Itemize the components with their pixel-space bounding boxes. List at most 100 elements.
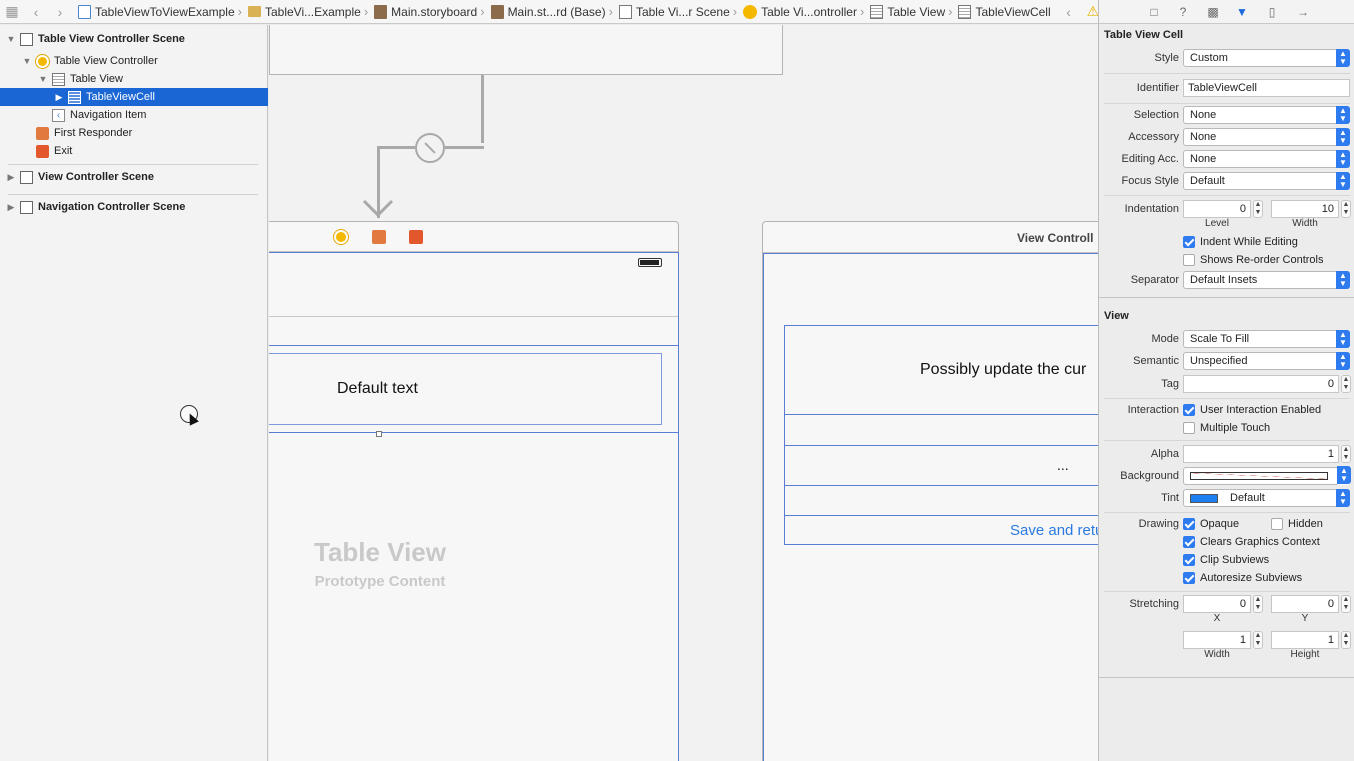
- outline-item-exit[interactable]: Exit: [0, 142, 268, 160]
- navigation-bar[interactable]: [269, 253, 678, 317]
- autoresize-subviews-checkbox[interactable]: Autoresize Subviews: [1183, 572, 1302, 584]
- storyboard-canvas[interactable]: Default text Table View Prototype Conten…: [269, 25, 1098, 761]
- breadcrumb-cell[interactable]: TableViewCell: [952, 0, 1051, 23]
- outline-item-table-view-controller[interactable]: ▼ Table View Controller: [0, 52, 268, 70]
- cell-label[interactable]: Default text: [337, 380, 418, 398]
- breadcrumb-controller[interactable]: Table Vi...ontroller ›: [737, 0, 864, 23]
- outline-item-navigation-controller-scene[interactable]: ▶ Navigation Controller Scene: [0, 198, 268, 216]
- text-field[interactable]: ...: [1057, 457, 1069, 473]
- semantic-popup[interactable]: Unspecified ▲ ▼: [1183, 352, 1350, 370]
- stretch-x-stepper[interactable]: ▲ ▼: [1253, 595, 1263, 613]
- alpha-stepper[interactable]: ▲ ▼: [1341, 445, 1351, 463]
- outline-item-first-responder[interactable]: First Responder: [0, 124, 268, 142]
- disclosure-closed-icon[interactable]: ▶: [6, 202, 16, 213]
- exit-icon: [36, 144, 49, 158]
- cell-content-view[interactable]: Default text: [269, 353, 662, 425]
- indentation-width-stepper[interactable]: ▲ ▼: [1341, 200, 1351, 218]
- breadcrumb-folder[interactable]: TableVi...Example ›: [242, 0, 368, 23]
- stack-view[interactable]: Possibly update the cur ... Save and ret…: [784, 325, 1098, 545]
- identifier-label: Identifier: [1136, 82, 1179, 94]
- outline-item-navigation-item[interactable]: ‹ Navigation Item: [0, 106, 268, 124]
- hidden-checkbox[interactable]: Hidden: [1271, 518, 1323, 530]
- disclosure-open-icon[interactable]: ▼: [22, 56, 32, 66]
- attributes-inspector-icon[interactable]: ▼: [1234, 4, 1250, 20]
- prototype-cell[interactable]: Default text: [269, 345, 678, 433]
- outline-item-view-controller-scene[interactable]: ▶ View Controller Scene: [0, 168, 268, 186]
- stretch-x-field[interactable]: 0: [1183, 595, 1251, 613]
- table-view-controller-scene[interactable]: Default text Table View Prototype Conten…: [269, 221, 679, 761]
- user-interaction-checkbox[interactable]: User Interaction Enabled: [1183, 404, 1321, 416]
- selection-label: Selection: [1133, 109, 1179, 121]
- breadcrumb-table-view[interactable]: Table View ›: [864, 0, 952, 23]
- disclosure-open-icon[interactable]: ▼: [38, 74, 48, 84]
- warning-icon[interactable]: ⚠: [1087, 3, 1098, 20]
- outline-item-table-view-cell[interactable]: ▶ TableViewCell: [0, 88, 268, 106]
- style-popup[interactable]: Custom ▲ ▼: [1183, 49, 1350, 67]
- focus-style-popup[interactable]: Default ▲ ▼: [1183, 172, 1350, 190]
- help-icon[interactable]: ?: [1175, 4, 1191, 20]
- outline-divider: [8, 164, 258, 165]
- breadcrumb-storyboard-base[interactable]: Main.st...rd (Base) ›: [485, 0, 613, 23]
- indent-while-editing-checkbox[interactable]: Indent While Editing: [1183, 236, 1298, 248]
- view-controller-scene[interactable]: View Controll Possibly update the cur ..…: [762, 221, 1098, 761]
- mode-popup[interactable]: Scale To Fill ▲ ▼: [1183, 330, 1350, 348]
- stretch-height-field[interactable]: 1: [1271, 631, 1339, 649]
- indentation-level-stepper[interactable]: ▲ ▼: [1253, 200, 1263, 218]
- tag-stepper[interactable]: ▲ ▼: [1341, 375, 1351, 393]
- shows-reorder-checkbox[interactable]: Shows Re-order Controls: [1183, 254, 1324, 266]
- back-arrow-icon[interactable]: ‹: [24, 0, 48, 23]
- size-inspector-icon[interactable]: ▯: [1264, 4, 1280, 20]
- stretch-width-stepper[interactable]: ▲ ▼: [1253, 631, 1263, 649]
- accessory-popup[interactable]: None ▲ ▼: [1183, 128, 1350, 146]
- disclosure-closed-icon[interactable]: ▶: [54, 92, 64, 103]
- checkbox-checked-icon: [1183, 236, 1195, 248]
- identity-inspector-icon[interactable]: ▩: [1205, 4, 1221, 20]
- table-view[interactable]: Default text Table View Prototype Conten…: [269, 252, 679, 761]
- clip-subviews-checkbox[interactable]: Clip Subviews: [1183, 554, 1269, 566]
- indentation-width-field[interactable]: 10: [1271, 200, 1339, 218]
- placeholder-subtitle: Prototype Content: [314, 573, 446, 590]
- tag-field[interactable]: 0: [1183, 375, 1339, 393]
- resize-handle[interactable]: [376, 431, 382, 437]
- stretch-height-stepper[interactable]: ▲ ▼: [1341, 631, 1351, 649]
- update-label[interactable]: Possibly update the cur: [920, 361, 1086, 379]
- outline-item-table-view[interactable]: ▼ Table View: [0, 70, 268, 88]
- editing-accessory-popup[interactable]: None ▲ ▼: [1183, 150, 1350, 168]
- tint-label: Tint: [1161, 492, 1179, 504]
- forward-arrow-icon[interactable]: ›: [48, 0, 72, 23]
- breadcrumb-storyboard[interactable]: Main.storyboard ›: [368, 0, 485, 23]
- indentation-level-field[interactable]: 0: [1183, 200, 1251, 218]
- outline-item-table-view-controller-scene[interactable]: ▼ Table View Controller Scene: [0, 30, 268, 48]
- first-responder-icon[interactable]: [372, 230, 386, 244]
- related-items-icon[interactable]: ▦: [0, 0, 24, 23]
- disclosure-open-icon[interactable]: ▼: [6, 34, 16, 44]
- stretch-y-field[interactable]: 0: [1271, 595, 1339, 613]
- breadcrumb-project[interactable]: TableViewToViewExample ›: [72, 0, 242, 23]
- background-color-well[interactable]: ▲ ▼: [1183, 466, 1351, 485]
- separator-popup[interactable]: Default Insets ▲ ▼: [1183, 271, 1350, 289]
- exit-icon[interactable]: [409, 230, 423, 244]
- checkbox-unchecked-icon: [1183, 254, 1195, 266]
- identifier-field[interactable]: TableViewCell: [1183, 79, 1350, 97]
- alpha-field[interactable]: 1: [1183, 445, 1339, 463]
- style-label: Style: [1154, 52, 1179, 64]
- opaque-checkbox[interactable]: Opaque: [1183, 518, 1239, 530]
- selection-popup[interactable]: None ▲ ▼: [1183, 106, 1350, 124]
- section-title-view: View: [1104, 310, 1129, 322]
- clears-graphics-context-checkbox[interactable]: Clears Graphics Context: [1183, 536, 1320, 548]
- view-controller-icon[interactable]: [334, 230, 348, 244]
- segue-relationship-icon[interactable]: [415, 133, 445, 163]
- stretch-width-field[interactable]: 1: [1183, 631, 1251, 649]
- view-controller-view[interactable]: Possibly update the cur ... Save and ret…: [763, 253, 1098, 761]
- save-and-return-button[interactable]: Save and retu: [1010, 522, 1098, 539]
- tint-popup[interactable]: Default ▲ ▼: [1183, 489, 1350, 507]
- connections-inspector-icon[interactable]: →: [1295, 4, 1311, 20]
- stretch-y-stepper[interactable]: ▲ ▼: [1341, 595, 1351, 613]
- navigation-controller-scene-frame[interactable]: [269, 25, 783, 75]
- checkbox-unchecked-icon: [1271, 518, 1283, 530]
- breadcrumb-scene[interactable]: Table Vi...r Scene ›: [613, 0, 737, 23]
- file-inspector-icon[interactable]: □: [1146, 4, 1162, 20]
- previous-issue-icon[interactable]: ‹: [1057, 0, 1081, 23]
- multiple-touch-checkbox[interactable]: Multiple Touch: [1183, 422, 1270, 434]
- disclosure-closed-icon[interactable]: ▶: [6, 172, 16, 183]
